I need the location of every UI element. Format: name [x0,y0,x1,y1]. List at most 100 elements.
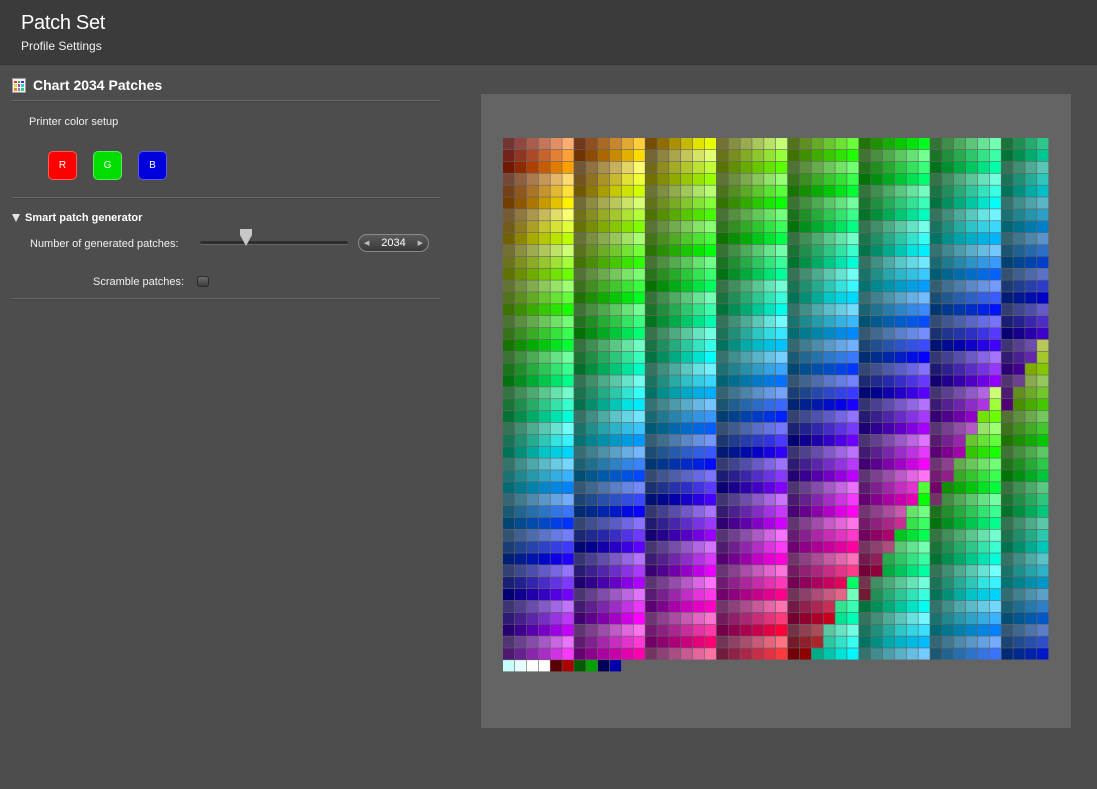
color-patch [550,565,562,577]
color-patch [681,327,693,340]
color-patch [835,577,847,589]
color-patch [811,482,823,494]
color-patch [764,612,776,624]
color-patch [823,339,835,351]
color-patch [728,588,740,601]
color-patch [989,244,1001,257]
color-patch [633,363,645,375]
color-patch [764,588,776,601]
slider-thumb[interactable] [240,229,252,246]
patch-count-stepper[interactable]: ◀ 2034 ▶ [358,234,429,252]
color-patch [1001,553,1013,565]
color-patch [764,505,776,518]
color-patch [823,494,835,506]
color-patch [894,138,906,150]
color-patch [847,482,859,494]
color-patch [526,636,539,648]
color-patch [752,256,764,268]
color-patch [1037,197,1049,209]
color-patch [621,541,633,553]
color-patch [621,149,633,162]
color-patch [859,244,871,257]
stepper-increment-icon[interactable]: ▶ [418,239,423,247]
color-patch [882,624,895,636]
color-patch [526,482,539,494]
red-channel-button[interactable]: R [48,151,77,180]
color-patch [764,387,776,399]
color-patch [621,422,633,435]
color-patch [716,446,728,458]
color-patch [787,304,800,316]
color-patch [930,612,942,624]
color-patch [645,410,657,423]
patch-count-slider[interactable] [200,241,348,245]
color-patch [669,161,681,173]
color-patch [930,422,942,435]
color-patch [989,327,1001,340]
color-patch [633,221,645,233]
color-patch [586,660,598,672]
color-patch [823,434,835,446]
color-patch [574,612,586,624]
color-patch [1037,161,1049,173]
color-patch [586,280,598,292]
color-patch [752,482,764,494]
color-patch [633,339,645,351]
color-patch [870,339,883,351]
color-patch [550,351,562,363]
color-patch [823,161,835,173]
color-patch [728,173,740,185]
color-patch [692,482,705,494]
color-patch [574,209,586,221]
color-patch [894,529,906,541]
color-patch [514,410,527,423]
color-patch [859,577,871,589]
color-patch [1013,648,1025,660]
color-patch [847,529,859,541]
color-patch [847,244,859,257]
color-patch [574,387,586,399]
color-patch [954,446,966,458]
color-patch [586,197,598,209]
color-patch [609,624,622,636]
color-patch [716,138,728,150]
color-patch [692,221,705,233]
color-patch [1013,458,1025,470]
disclosure-triangle-icon[interactable] [12,214,20,222]
smart-generator-toggle[interactable]: Smart patch generator [12,212,142,224]
color-patch [1001,494,1013,506]
color-patch [752,327,764,340]
color-patch [930,327,942,340]
color-patch [514,505,527,518]
color-patch [918,375,930,387]
color-patch [1013,256,1025,268]
patch-count-value[interactable]: 2034 [381,237,405,249]
color-patch [894,387,906,399]
color-patch [728,268,740,280]
color-patch [728,577,740,589]
color-patch [799,185,812,197]
color-patch [597,434,610,446]
scramble-checkbox[interactable] [197,276,209,287]
color-patch [835,387,847,399]
color-patch [538,482,550,494]
color-patch [787,553,800,565]
color-patch [597,470,610,482]
color-patch [989,434,1001,446]
color-patch [562,351,574,363]
color-patch [906,363,918,375]
color-patch [657,636,669,648]
color-patch [870,553,883,565]
blue-channel-button[interactable]: B [138,151,167,180]
color-patch [787,375,800,387]
color-patch [787,221,800,233]
color-patch [930,209,942,221]
green-channel-button[interactable]: G [93,151,122,180]
color-patch [752,363,764,375]
color-patch [764,399,776,411]
color-patch [633,304,645,316]
color-patch [823,268,835,280]
color-patch [918,399,930,411]
stepper-decrement-icon[interactable]: ◀ [364,239,369,247]
color-patch [526,149,539,162]
